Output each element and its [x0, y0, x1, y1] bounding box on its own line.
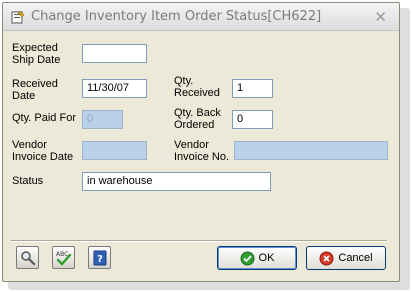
cancel-button[interactable]: Cancel — [306, 246, 386, 270]
window-title: Change Inventory Item Order Status[CH622… — [31, 9, 322, 24]
svg-text:ABC: ABC — [56, 251, 68, 258]
close-icon[interactable]: ✕ — [374, 8, 387, 26]
vendor-invoice-no-label: Vendor Invoice No. — [174, 139, 230, 163]
spellcheck-icon: ABC — [56, 251, 71, 266]
cancel-x-icon — [319, 251, 334, 265]
spellcheck-button[interactable]: ABC — [52, 246, 75, 269]
vendor-invoice-no-field — [234, 141, 388, 160]
status-field[interactable]: in warehouse — [82, 172, 271, 191]
qty-back-ordered-field[interactable]: 0 — [232, 110, 273, 129]
qty-paid-for-label: Qty. Paid For — [12, 112, 76, 124]
check-circle-icon — [240, 251, 255, 265]
vendor-invoice-date-field — [82, 141, 147, 160]
qty-paid-for-field: 0 — [82, 110, 123, 129]
cancel-label: Cancel — [338, 252, 373, 264]
qty-back-ordered-label: Qty. Back Ordered — [174, 107, 221, 131]
magnifier-icon — [20, 250, 35, 265]
help-icon: ? — [93, 250, 106, 265]
search-button[interactable] — [16, 246, 39, 269]
qty-received-label: Qty. Received — [174, 75, 220, 99]
ok-button[interactable]: OK — [217, 246, 297, 270]
title-bar[interactable]: Change Inventory Item Order Status[CH622… — [3, 3, 399, 31]
ok-label: OK — [258, 252, 275, 264]
expected-ship-date-label: Expected Ship Date — [12, 42, 61, 66]
received-date-field[interactable]: 11/30/07 — [82, 79, 147, 98]
status-label: Status — [12, 175, 44, 187]
vendor-invoice-date-label: Vendor Invoice Date — [12, 139, 74, 163]
qty-received-field[interactable]: 1 — [232, 79, 273, 98]
footer-separator — [11, 240, 387, 242]
expected-ship-date-field[interactable] — [82, 44, 147, 63]
received-date-label: Received Date — [12, 78, 58, 102]
svg-text:?: ? — [97, 254, 103, 265]
help-button[interactable]: ? — [88, 246, 111, 269]
form-icon — [11, 10, 25, 24]
dialog-window: Change Inventory Item Order Status[CH622… — [2, 2, 400, 282]
